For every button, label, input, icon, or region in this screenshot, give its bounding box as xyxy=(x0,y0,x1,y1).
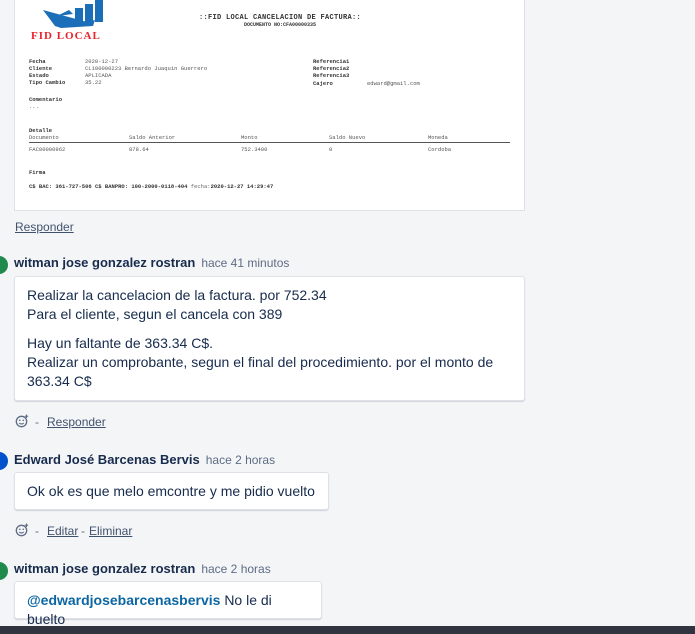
receipt-footer: C$ BAC: 361-727-506 C$ BANPRO: 100-2000-… xyxy=(29,183,273,190)
bank-accounts: C$ BAC: 361-727-506 C$ BANPRO: 100-2000-… xyxy=(29,183,188,190)
table-header-saldo-anterior: Saldo Anterior xyxy=(129,134,176,141)
separator: - xyxy=(35,524,39,538)
label-fecha: Fecha xyxy=(29,58,46,65)
delete-link[interactable]: Eliminar xyxy=(89,524,132,538)
table-header-saldo-nuevo: Saldo Nuevo xyxy=(329,134,366,141)
comment-text: Ok ok es que melo emcontre y me pidio vu… xyxy=(27,483,315,499)
value-comentario: ... xyxy=(29,103,39,110)
separator: - xyxy=(35,415,39,429)
table-cell-monto: 752.3400 xyxy=(241,146,268,153)
table-header-documento: Documento xyxy=(29,134,59,141)
value-fecha: 2020-12-27 xyxy=(85,58,119,65)
receipt-document-number: DOCUMENTO NO:CFA00000335 xyxy=(243,22,316,28)
table-cell-moneda: Cordoba xyxy=(428,146,452,153)
avatar[interactable] xyxy=(0,452,8,470)
comment-line: Para el cliente, segun el cancela con 38… xyxy=(27,306,283,322)
value-cliente: CL100000223 Bernardo Juaquin Guerrero xyxy=(85,65,208,72)
comment-line: Hay un faltante de 363.34 C$. xyxy=(27,335,214,351)
label-referencia3: Referencia3 xyxy=(313,72,350,79)
value-cajero: edward@gmail.com xyxy=(367,80,420,87)
separator: - xyxy=(81,524,85,538)
label-comentario: Comentario xyxy=(29,96,63,103)
emoji-reaction-icon[interactable] xyxy=(15,414,29,428)
label-tipo-cambio: Tipo Cambio xyxy=(29,79,66,86)
comment-body: @edwardjosebarcenasbervis No le di buelt… xyxy=(14,581,322,627)
footer-fecha-label: fecha: xyxy=(190,183,211,190)
avatar[interactable] xyxy=(0,256,8,274)
table-cell-documento: FAC00000962 xyxy=(29,146,66,153)
author-name[interactable]: Edward José Barcenas Bervis xyxy=(14,452,200,467)
receipt-title: ::FID LOCAL CANCELACION DE FACTURA:: xyxy=(198,14,362,22)
label-detalle: Detalle xyxy=(29,127,53,134)
footer-fecha: 2020-12-27 14:29:47 xyxy=(210,183,274,190)
table-cell-saldo-nuevo: 0 xyxy=(329,146,333,153)
comment-time: hace 2 horas xyxy=(205,453,276,467)
label-referencia2: Referencia2 xyxy=(313,65,350,72)
comment-line: Realizar un comprobante, segun el final … xyxy=(27,354,494,389)
comment-author[interactable]: Edward José Barcenas Bervis hace 2 horas xyxy=(14,452,275,467)
label-referencia1: Referencia1 xyxy=(313,58,350,65)
logo-text: FID LOCAL xyxy=(31,30,101,42)
avatar[interactable] xyxy=(0,562,8,580)
edit-link[interactable]: Editar xyxy=(47,524,78,538)
table-divider xyxy=(29,142,510,143)
bottom-toolbar xyxy=(0,626,695,634)
label-cajero: Cajero xyxy=(313,80,333,87)
label-firma: Firma xyxy=(29,169,46,176)
comment-body: Ok ok es que melo emcontre y me pidio vu… xyxy=(14,472,329,510)
reply-link[interactable]: Responder xyxy=(47,415,106,429)
comment-author[interactable]: witman jose gonzalez rostran hace 41 minu… xyxy=(14,255,289,270)
table-cell-saldo-anterior: 878.64 xyxy=(129,146,149,153)
comment-line: Realizar la cancelacion de la factura. p… xyxy=(27,287,327,303)
table-header-monto: Monto xyxy=(241,134,258,141)
author-name[interactable]: witman jose gonzalez rostran xyxy=(14,561,195,576)
author-name[interactable]: witman jose gonzalez rostran xyxy=(14,255,195,270)
table-header-moneda: Moneda xyxy=(428,134,448,141)
reply-link[interactable]: Responder xyxy=(15,220,74,234)
label-estado: Estado xyxy=(29,72,49,79)
value-tipo-cambio: 35.22 xyxy=(85,79,102,86)
comment-body: Realizar la cancelacion de la factura. p… xyxy=(14,276,525,401)
comment-time: hace 2 horas xyxy=(201,562,271,576)
comment-author[interactable]: witman jose gonzalez rostran hace 2 horas xyxy=(14,561,271,576)
emoji-reaction-icon[interactable] xyxy=(15,523,29,537)
comment-time: hace 41 minutos xyxy=(201,256,290,270)
value-estado: APLICADA xyxy=(85,72,112,79)
label-cliente: Cliente xyxy=(29,65,53,72)
invoice-attachment-image[interactable]: FID LOCAL ::FID LOCAL CANCELACION DE FAC… xyxy=(14,0,525,211)
user-mention[interactable]: @edwardjosebarcenasbervis xyxy=(27,592,220,608)
